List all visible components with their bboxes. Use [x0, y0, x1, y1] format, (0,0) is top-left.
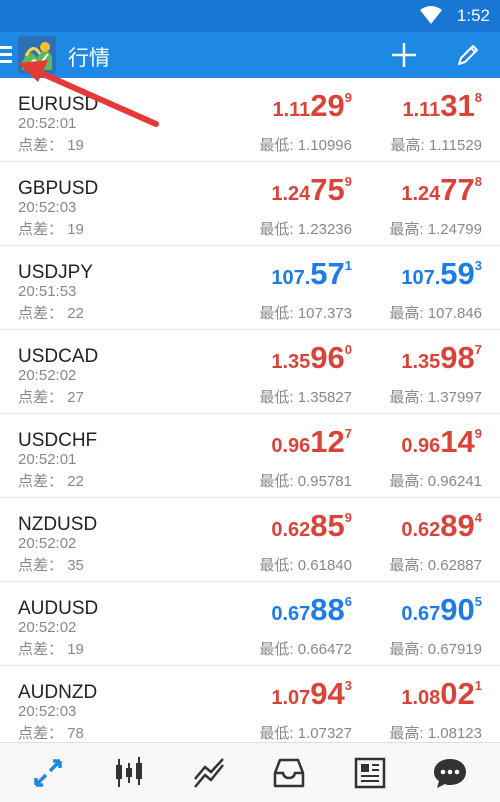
high-price: 最高: 1.24799 [389, 221, 482, 238]
status-bar: 1:52 [0, 0, 500, 32]
ask-price[interactable]: 1.11318 [402, 88, 482, 124]
low-price: 最低: 1.35827 [259, 389, 352, 406]
low-price: 最低: 1.10996 [259, 137, 352, 154]
app-logo-icon[interactable] [18, 36, 56, 74]
quote-row[interactable]: USDCHF 20:52:01 点差： 22 0.96127 0.96149 最… [0, 414, 500, 498]
app-bar: 行情 [0, 32, 500, 78]
chat-bubble-icon [434, 759, 466, 788]
symbol-name: AUDUSD [18, 598, 99, 619]
inbox-tray-icon [273, 758, 305, 788]
quote-row[interactable]: USDCAD 20:52:02 点差： 27 1.35960 1.35987 最… [0, 330, 500, 414]
quote-time: 20:52:02 [18, 367, 77, 384]
quote-time: 20:52:01 [18, 115, 77, 132]
nav-quotes[interactable] [30, 755, 66, 791]
spread: 点差： 22 [18, 305, 84, 322]
high-price: 最高: 1.37997 [389, 389, 482, 406]
symbol-name: NZDUSD [18, 514, 98, 535]
symbol-name: USDCAD [18, 346, 99, 367]
news-icon [354, 757, 386, 789]
quote-time: 20:52:02 [18, 535, 77, 552]
bid-price[interactable]: 1.35960 [271, 340, 352, 376]
high-price: 最高: 107.846 [389, 305, 482, 322]
quote-time: 20:52:03 [18, 199, 77, 216]
quote-row[interactable]: AUDNZD 20:52:03 点差： 78 1.07943 1.08021 最… [0, 666, 500, 742]
bid-price[interactable]: 0.96127 [271, 424, 352, 460]
nav-news[interactable] [352, 755, 388, 791]
page-title: 行情 [68, 47, 110, 70]
ask-price[interactable]: 107.593 [401, 256, 482, 292]
spread: 点差： 78 [18, 725, 84, 742]
spread: 点差： 19 [18, 137, 84, 154]
ask-price[interactable]: 0.62894 [401, 508, 482, 544]
menu-icon[interactable] [0, 46, 12, 64]
ask-price[interactable]: 1.35987 [401, 340, 482, 376]
symbol-name: EURUSD [18, 94, 99, 115]
spread: 点差： 27 [18, 389, 84, 406]
quotes-arrows-icon [34, 759, 62, 787]
quote-time: 20:52:03 [18, 703, 77, 720]
symbol-name: USDCHF [18, 430, 98, 451]
quote-row[interactable]: GBPUSD 20:52:03 点差： 19 1.24759 1.24778 最… [0, 162, 500, 246]
quote-row[interactable]: EURUSD 20:52:01 点差： 19 1.11299 1.11318 最… [0, 78, 500, 162]
bid-price[interactable]: 0.67886 [271, 592, 352, 628]
spread: 点差： 19 [18, 641, 84, 658]
low-price: 最低: 1.07327 [259, 725, 352, 742]
bid-price[interactable]: 107.571 [271, 256, 352, 292]
trade-trend-icon [194, 758, 224, 788]
high-price: 最高: 0.96241 [389, 473, 482, 490]
low-price: 最低: 107.373 [259, 305, 352, 322]
ask-price[interactable]: 1.24778 [401, 172, 482, 208]
add-symbol-icon[interactable] [390, 41, 418, 69]
quote-time: 20:52:02 [18, 619, 77, 636]
bid-price[interactable]: 0.62859 [271, 508, 352, 544]
spread: 点差： 19 [18, 221, 84, 238]
high-price: 最高: 0.62887 [389, 557, 482, 574]
low-price: 最低: 0.61840 [259, 557, 352, 574]
bottom-nav [0, 742, 500, 802]
quote-list: EURUSD 20:52:01 点差： 19 1.11299 1.11318 最… [0, 78, 500, 742]
spread: 点差： 35 [18, 557, 84, 574]
low-price: 最低: 0.95781 [259, 473, 352, 490]
symbol-name: USDJPY [18, 262, 93, 283]
edit-pencil-icon[interactable] [454, 41, 482, 69]
quote-row[interactable]: AUDUSD 20:52:02 点差： 19 0.67886 0.67905 最… [0, 582, 500, 666]
nav-chart[interactable] [111, 755, 147, 791]
bid-price[interactable]: 1.24759 [271, 172, 352, 208]
low-price: 最低: 0.66472 [259, 641, 352, 658]
high-price: 最高: 1.08123 [389, 725, 482, 742]
nav-trade[interactable] [191, 755, 227, 791]
wifi-icon [420, 6, 442, 24]
ask-price[interactable]: 0.67905 [401, 592, 482, 628]
status-time: 1:52 [456, 6, 490, 25]
quote-time: 20:52:01 [18, 451, 77, 468]
metatrader-logo-icon [18, 36, 56, 74]
quote-row[interactable]: USDJPY 20:51:53 点差： 22 107.571 107.593 最… [0, 246, 500, 330]
symbol-name: AUDNZD [18, 682, 98, 703]
quote-row[interactable]: NZDUSD 20:52:02 点差： 35 0.62859 0.62894 最… [0, 498, 500, 582]
candlestick-chart-icon [116, 757, 142, 787]
symbol-name: GBPUSD [18, 178, 99, 199]
quote-time: 20:51:53 [18, 283, 77, 300]
spread: 点差： 22 [18, 473, 84, 490]
high-price: 最高: 0.67919 [389, 641, 482, 658]
nav-chat[interactable] [432, 755, 468, 791]
high-price: 最高: 1.11529 [390, 137, 482, 154]
bid-price[interactable]: 1.07943 [271, 676, 352, 712]
bid-price[interactable]: 1.11299 [272, 88, 352, 124]
ask-price[interactable]: 0.96149 [401, 424, 482, 460]
nav-inbox[interactable] [271, 755, 307, 791]
ask-price[interactable]: 1.08021 [401, 676, 482, 712]
low-price: 最低: 1.23236 [259, 221, 352, 238]
